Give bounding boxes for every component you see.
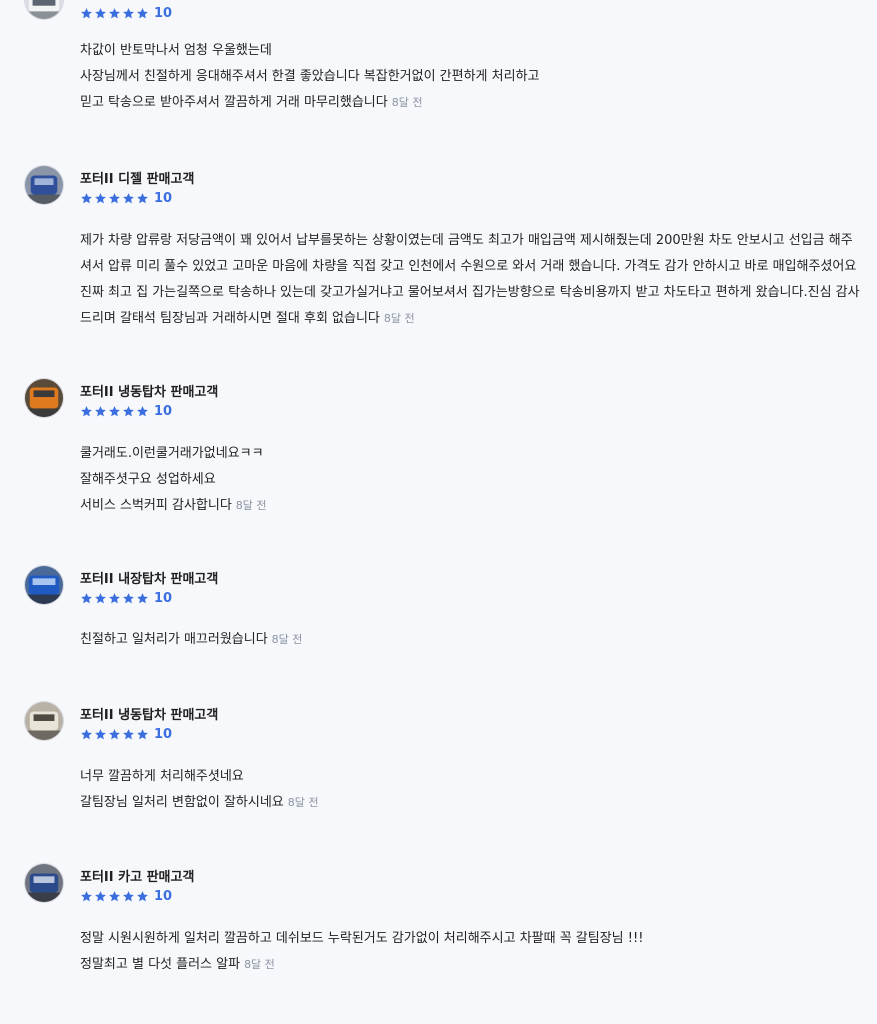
reviewer-name: 포터II 내장탑차 판매고객 [80, 572, 219, 587]
rating: 10 [80, 888, 173, 904]
star-icon [95, 405, 106, 416]
review-time: 8달 전 [383, 312, 415, 325]
review-line-text: 제가 차량 압류랑 저당금액이 꽤 있어서 납부를못하는 상황이였는데 금액도 … [80, 233, 860, 326]
review-text: 너무 깔끔하게 처리해주셧네요 갈팀장님 일처리 변함없이 잘하시네요 8달 전 [80, 764, 860, 816]
review-list: 10 차값이 반토막나서 엄청 우울했는데 사장님께서 친절하게 응대해주셔서 … [0, 0, 877, 1024]
review-line-text: 믿고 탁송으로 받아주셔서 깔끔하게 거래 마무리했습니다 [80, 95, 388, 110]
star-icon [95, 592, 106, 603]
rating: 10 [80, 726, 173, 742]
review-time: 8달 전 [235, 499, 267, 512]
review-text: 친절하고 일처리가 매끄러웠습니다 8달 전 [80, 627, 860, 653]
rating-score: 10 [154, 403, 173, 419]
star-icon [137, 890, 148, 901]
truck-photo-icon [25, 566, 63, 604]
review-line: 믿고 탁송으로 받아주셔서 깔끔하게 거래 마무리했습니다 8달 전 [80, 90, 860, 116]
truck-photo-icon [25, 864, 63, 902]
star-icon [109, 592, 120, 603]
review-line: 정말 시원시원하게 일처리 깔끔하고 데쉬보드 누락된거도 감가없이 처리해주시… [80, 931, 644, 946]
star-icon [109, 405, 120, 416]
star-icon [109, 728, 120, 739]
star-icon [137, 592, 148, 603]
review-line: 정말최고 별 다섯 플러스 알파 8달 전 [80, 952, 860, 978]
star-rating [80, 192, 149, 205]
review-line: 너무 깔끔하게 처리해주셧네요 [80, 769, 244, 784]
star-icon [137, 728, 148, 739]
star-icon [81, 728, 92, 739]
review-line: 쿨거래도.이런쿨거래가없네요ㅋㅋ [80, 446, 264, 461]
star-icon [95, 192, 106, 203]
review-text: 정말 시원시원하게 일처리 깔끔하고 데쉬보드 누락된거도 감가없이 처리해주시… [80, 926, 860, 978]
reviewer-name: 포터II 냉동탑차 판매고객 [80, 708, 219, 723]
star-icon [137, 405, 148, 416]
review-line-text: 정말최고 별 다섯 플러스 알파 [80, 957, 241, 972]
reviewer-name: 포터II 냉동탑차 판매고객 [80, 385, 219, 400]
review-line-text: 친절하고 일처리가 매끄러웠습니다 [80, 632, 268, 647]
review-line: 차값이 반토막나서 엄청 우울했는데 [80, 43, 272, 58]
truck-photo-icon [25, 702, 63, 740]
star-icon [123, 405, 134, 416]
review-line: 친절하고 일처리가 매끄러웠습니다 8달 전 [80, 627, 860, 653]
review-line: 서비스 스벅커피 감사합니다 8달 전 [80, 493, 860, 519]
star-rating [80, 592, 149, 605]
star-icon [81, 592, 92, 603]
avatar [24, 565, 64, 605]
star-rating [80, 890, 149, 903]
star-icon [137, 192, 148, 203]
star-icon [95, 890, 106, 901]
rating-score: 10 [154, 888, 173, 904]
star-rating [80, 405, 149, 418]
review-line: 갈팀장님 일처리 변함없이 잘하시네요 8달 전 [80, 790, 860, 816]
star-icon [95, 7, 106, 18]
star-icon [109, 7, 120, 18]
avatar [24, 863, 64, 903]
star-icon [81, 405, 92, 416]
rating-score: 10 [154, 5, 173, 21]
rating: 10 [80, 590, 173, 606]
star-icon [109, 192, 120, 203]
avatar [24, 701, 64, 741]
star-icon [123, 192, 134, 203]
star-icon [123, 728, 134, 739]
star-rating [80, 728, 149, 741]
review-time: 8달 전 [271, 633, 303, 646]
avatar [24, 0, 64, 20]
review-time: 8달 전 [244, 958, 275, 971]
truck-photo-icon [25, 379, 63, 417]
review-text: 쿨거래도.이런쿨거래가없네요ㅋㅋ 잘해주셧구요 성업하세요 서비스 스벅커피 감… [80, 441, 860, 519]
rating: 10 [80, 403, 173, 419]
review-time: 8달 전 [391, 96, 423, 109]
review-time: 8달 전 [287, 796, 319, 809]
star-icon [137, 7, 148, 18]
avatar [24, 378, 64, 418]
rating-score: 10 [154, 190, 173, 206]
star-icon [123, 592, 134, 603]
review-line: 사장님께서 친절하게 응대해주셔서 한결 좋았습니다 복잡한거없이 간편하게 처… [80, 69, 540, 84]
avatar [24, 165, 64, 205]
rating-score: 10 [154, 726, 173, 742]
reviewer-name: 포터II 카고 판매고객 [80, 870, 195, 885]
rating: 10 [80, 190, 173, 206]
rating-score: 10 [154, 590, 173, 606]
review-text: 제가 차량 압류랑 저당금액이 꽤 있어서 납부를못하는 상황이였는데 금액도 … [80, 228, 860, 332]
star-icon [81, 890, 92, 901]
review-line-text: 갈팀장님 일처리 변함없이 잘하시네요 [80, 795, 284, 810]
review-line: 잘해주셧구요 성업하세요 [80, 472, 216, 487]
review-line-text: 서비스 스벅커피 감사합니다 [80, 498, 232, 513]
star-icon [109, 890, 120, 901]
rating: 10 [80, 5, 173, 21]
review-text: 차값이 반토막나서 엄청 우울했는데 사장님께서 친절하게 응대해주셔서 한결 … [80, 38, 860, 116]
star-icon [95, 728, 106, 739]
star-icon [123, 7, 134, 18]
truck-photo-icon [25, 0, 63, 19]
star-icon [123, 890, 134, 901]
truck-photo-icon [25, 166, 63, 204]
star-rating [80, 7, 149, 20]
reviewer-name: 포터II 디젤 판매고객 [80, 172, 195, 187]
star-icon [81, 192, 92, 203]
star-icon [81, 7, 92, 18]
